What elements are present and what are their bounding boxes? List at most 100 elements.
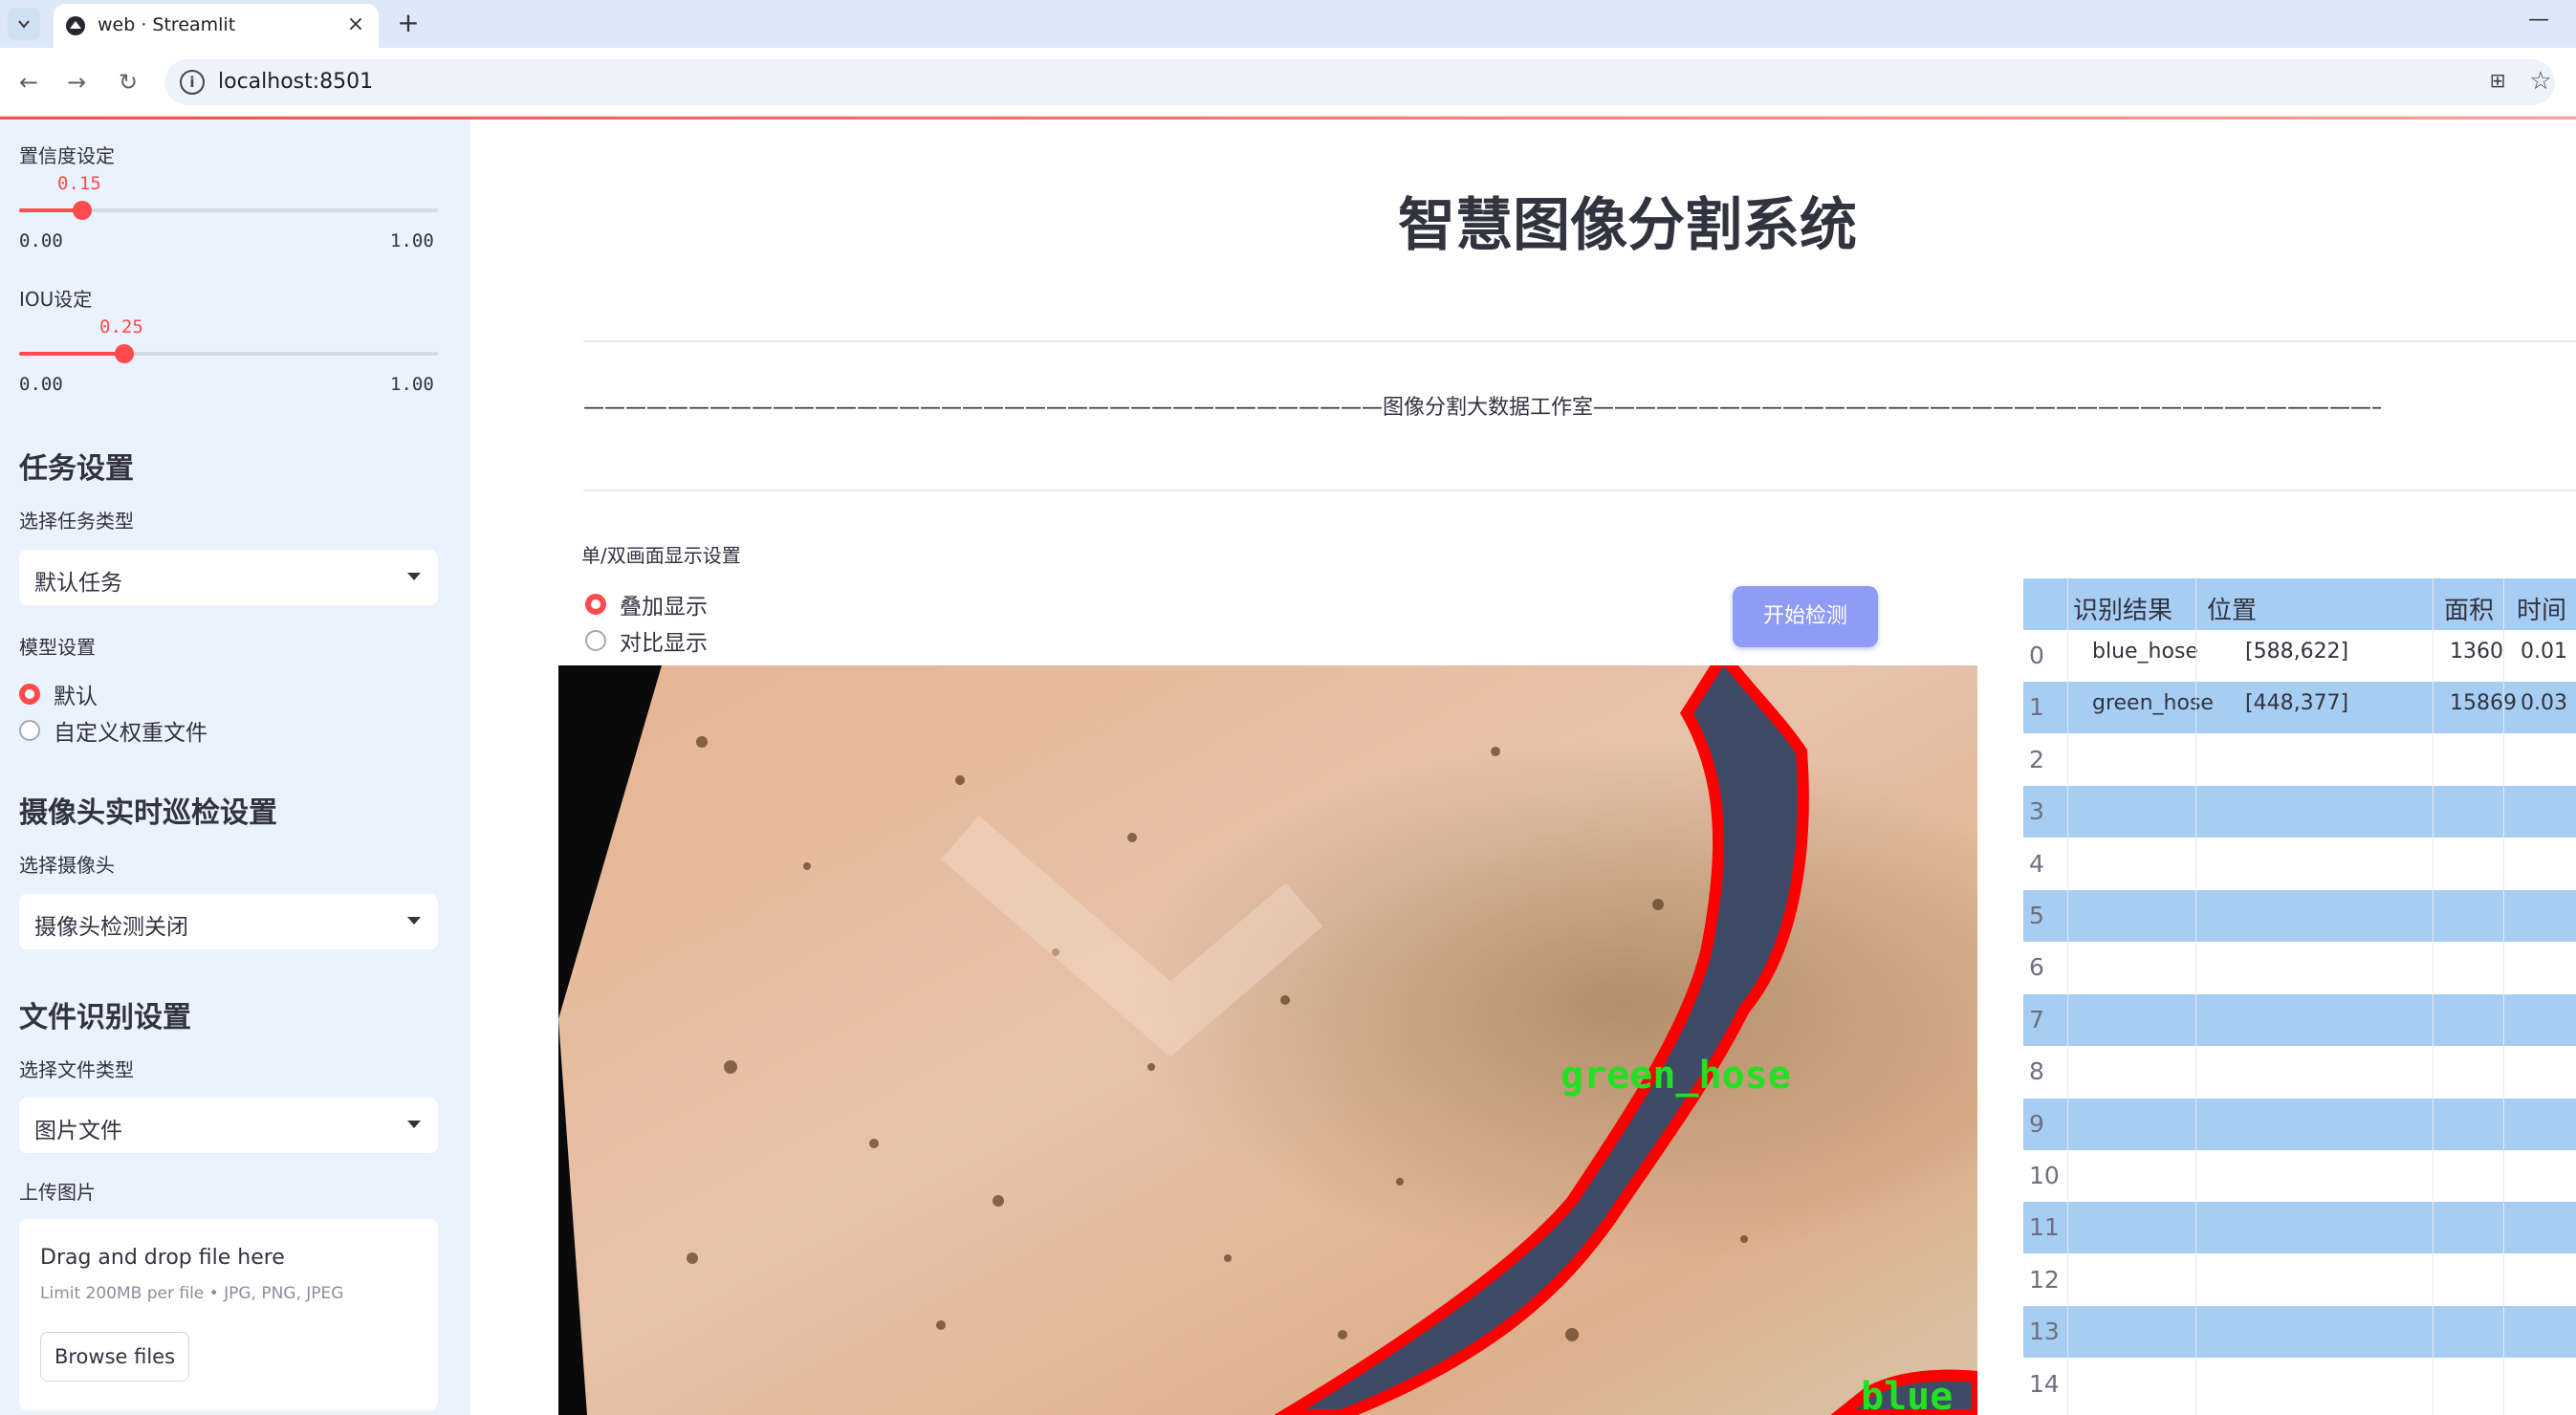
browser-tab[interactable]: web · Streamlit × xyxy=(54,4,379,48)
reload-icon[interactable]: ↻ xyxy=(111,65,145,99)
camera-settings-heading: 摄像头实时巡检设置 xyxy=(19,796,277,830)
iou-min: 0.00 xyxy=(19,374,63,395)
col-header-time[interactable]: 时间 xyxy=(2517,591,2566,626)
table-row[interactable]: 7 xyxy=(2023,993,2576,1046)
confidence-label: 置信度设定 xyxy=(19,144,115,167)
camera-select[interactable]: 摄像头检测关闭 xyxy=(19,894,438,949)
camera-value: 摄像头检测关闭 xyxy=(34,915,188,940)
tab-search-button[interactable] xyxy=(8,8,40,40)
table-row[interactable]: 8 xyxy=(2023,1046,2576,1098)
chevron-down-icon xyxy=(407,917,421,925)
table-row[interactable]: 10 xyxy=(2023,1150,2576,1202)
url-bar[interactable]: i localhost:8501 ⊞ ☆ xyxy=(164,59,2555,105)
model-option-default[interactable]: 默认 xyxy=(19,678,98,710)
model-option-label: 自定义权重文件 xyxy=(54,721,207,746)
back-icon[interactable]: ← xyxy=(11,65,46,99)
divider xyxy=(583,340,2576,342)
table-row[interactable]: 6 xyxy=(2023,942,2576,993)
chevron-down-icon xyxy=(18,20,30,29)
cell-time: 0.03 xyxy=(2521,691,2567,716)
new-tab-button[interactable]: + xyxy=(392,8,425,40)
upload-limit-text: Limit 200MB per file • JPG, PNG, JPEG xyxy=(40,1284,344,1303)
row-index: 0 xyxy=(2029,642,2044,669)
divider xyxy=(583,490,2576,491)
translate-icon[interactable]: ⊞ xyxy=(2484,69,2511,96)
table-row[interactable]: 5 xyxy=(2023,890,2576,942)
upload-label: 上传图片 xyxy=(19,1181,96,1204)
file-type-select[interactable]: 图片文件 xyxy=(19,1098,438,1153)
table-row[interactable]: 0 blue_hose [588,622] 1360 0.01 xyxy=(2023,630,2576,682)
cell-area: 1360 xyxy=(2450,640,2503,664)
cell-area: 15869 xyxy=(2450,691,2517,716)
url-text[interactable]: localhost:8501 xyxy=(218,70,373,94)
display-option-label: 叠加显示 xyxy=(620,595,708,620)
results-table[interactable]: 识别结果 位置 面积 时间 0 blue_hose [588,622] 1360 0.0… xyxy=(2023,578,2576,1415)
cell-position: [588,622] xyxy=(2245,640,2349,664)
cell-time: 0.01 xyxy=(2521,640,2567,664)
column-divider xyxy=(2503,578,2504,1415)
camera-label: 选择摄像头 xyxy=(19,854,115,877)
forward-icon[interactable]: → xyxy=(59,65,94,99)
display-option-label: 对比显示 xyxy=(620,631,708,656)
display-option-overlay[interactable]: 叠加显示 xyxy=(585,588,708,620)
table-row[interactable]: 9 xyxy=(2023,1098,2576,1150)
table-row[interactable]: 2 xyxy=(2023,734,2576,786)
start-detection-button[interactable]: 开始检测 xyxy=(1733,586,1878,647)
table-row[interactable]: 14 xyxy=(2023,1359,2576,1410)
iou-value: 0.25 xyxy=(99,316,143,337)
iou-label: IOU设定 xyxy=(19,288,93,311)
browser-address-bar: ← → ↻ i localhost:8501 ⊞ ☆ xyxy=(0,48,2576,117)
browse-files-button[interactable]: Browse files xyxy=(40,1332,189,1382)
file-uploader-dropzone[interactable]: Drag and drop file here Limit 200MB per … xyxy=(19,1219,438,1410)
column-divider xyxy=(2433,578,2434,1415)
radio-unselected-icon[interactable] xyxy=(585,630,606,651)
confidence-slider[interactable] xyxy=(19,201,438,220)
page-title: 智慧图像分割系统 xyxy=(1398,192,1857,259)
file-settings-heading: 文件识别设置 xyxy=(19,1001,191,1034)
row-index: 4 xyxy=(2029,849,2044,878)
table-row[interactable]: 11 xyxy=(2023,1202,2576,1254)
col-header-result[interactable]: 识别结果 xyxy=(2073,591,2172,626)
confidence-min: 0.00 xyxy=(19,230,63,251)
row-index: 13 xyxy=(2029,1317,2060,1346)
row-index: 7 xyxy=(2029,1005,2044,1034)
radio-selected-icon[interactable] xyxy=(585,594,606,615)
confidence-slider-thumb[interactable] xyxy=(72,201,92,220)
table-row[interactable]: 3 xyxy=(2023,786,2576,838)
task-type-value: 默认任务 xyxy=(34,571,122,596)
model-option-custom[interactable]: 自定义权重文件 xyxy=(19,714,207,747)
row-index: 3 xyxy=(2029,797,2044,826)
site-info-icon[interactable]: i xyxy=(180,70,205,95)
radio-unselected-icon[interactable] xyxy=(19,720,40,741)
table-row[interactable]: 12 xyxy=(2023,1254,2576,1306)
window-minimize-button[interactable]: — xyxy=(2524,8,2553,36)
display-mode-label: 单/双画面显示设置 xyxy=(581,544,741,567)
task-type-select[interactable]: 默认任务 xyxy=(19,550,438,605)
file-type-value: 图片文件 xyxy=(34,1119,122,1143)
task-type-label: 选择任务类型 xyxy=(19,510,134,533)
model-settings-label: 模型设置 xyxy=(19,636,96,659)
upload-title: Drag and drop file here xyxy=(40,1246,285,1270)
table-row[interactable]: 13 xyxy=(2023,1306,2576,1359)
studio-banner: ——————————————————————————————————————图像… xyxy=(583,396,2381,420)
table-row[interactable]: 4 xyxy=(2023,838,2576,890)
table-row[interactable]: 1 green_hose [448,377] 15869 0.03 xyxy=(2023,682,2576,734)
green-hose-label: green_hose xyxy=(1561,1054,1791,1098)
iou-slider[interactable] xyxy=(19,344,438,363)
iou-slider-thumb[interactable] xyxy=(114,344,134,363)
tab-close-icon[interactable]: × xyxy=(342,11,369,38)
chevron-down-icon xyxy=(407,573,421,580)
col-header-area[interactable]: 面积 xyxy=(2444,591,2494,626)
row-index: 1 xyxy=(2029,693,2044,722)
radio-selected-icon[interactable] xyxy=(19,684,40,705)
display-option-compare[interactable]: 对比显示 xyxy=(585,624,708,657)
row-index: 14 xyxy=(2029,1369,2060,1398)
confidence-value: 0.15 xyxy=(57,173,101,194)
col-header-position[interactable]: 位置 xyxy=(2207,591,2257,626)
cell-result: blue_hose xyxy=(2092,640,2198,664)
row-index: 10 xyxy=(2029,1162,2060,1189)
column-divider xyxy=(2195,578,2196,1415)
row-index: 11 xyxy=(2029,1213,2060,1242)
cell-position: [448,377] xyxy=(2245,691,2349,716)
bookmark-star-icon[interactable]: ☆ xyxy=(2526,67,2555,96)
